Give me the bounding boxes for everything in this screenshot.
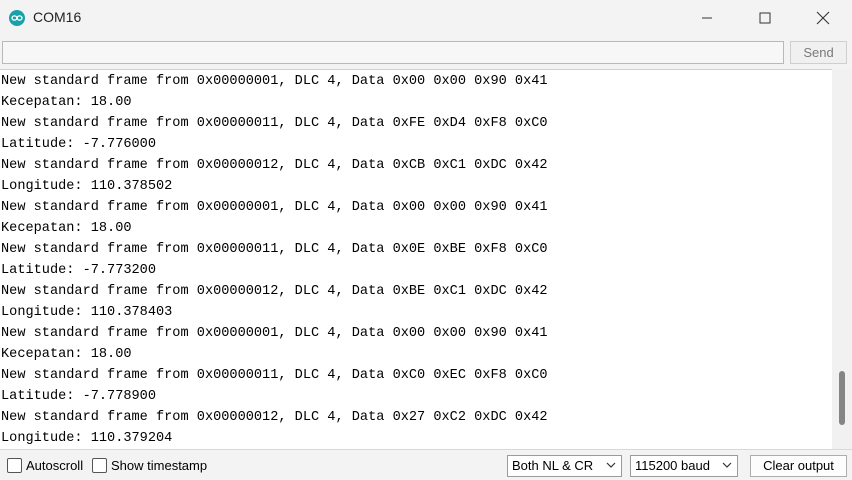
autoscroll-label[interactable]: Autoscroll [26, 458, 83, 474]
show-timestamp-label[interactable]: Show timestamp [111, 458, 207, 474]
minimize-button[interactable] [678, 0, 736, 36]
close-button[interactable] [794, 0, 852, 36]
line-ending-value: Both NL & CR [512, 458, 594, 473]
window-title: COM16 [33, 9, 82, 25]
output-line: Kecepatan: 18.00 [1, 221, 132, 236]
vertical-scrollbar[interactable] [832, 69, 852, 449]
title-bar[interactable]: COM16 [0, 0, 852, 36]
arduino-icon [9, 10, 25, 26]
baud-rate-value: 115200 baud [635, 458, 710, 473]
chevron-down-icon [722, 462, 732, 468]
autoscroll-checkbox[interactable] [7, 458, 22, 473]
output-line: Longitude: 110.378502 [1, 179, 173, 194]
output-line: Kecepatan: 18.00 [1, 95, 132, 110]
send-button[interactable]: Send [790, 41, 847, 64]
show-timestamp-checkbox[interactable] [92, 458, 107, 473]
close-icon [816, 11, 830, 25]
output-line: New standard frame from 0x00000011, DLC … [1, 242, 548, 257]
send-row: Send [0, 36, 852, 68]
output-line: New standard frame from 0x00000001, DLC … [1, 326, 548, 341]
maximize-button[interactable] [736, 0, 794, 36]
output-line: New standard frame from 0x00000001, DLC … [1, 200, 548, 215]
line-ending-select[interactable]: Both NL & CR [507, 455, 622, 477]
output-line: New standard frame from 0x00000012, DLC … [1, 284, 548, 299]
bottom-bar: Autoscroll Show timestamp Both NL & CR 1… [0, 449, 852, 480]
clear-output-button[interactable]: Clear output [750, 455, 847, 477]
send-input[interactable] [2, 41, 784, 64]
output-line: Latitude: -7.773200 [1, 263, 156, 278]
output-line: Latitude: -7.776000 [1, 137, 156, 152]
minimize-icon [702, 17, 712, 19]
output-line: Longitude: 110.379204 [1, 431, 173, 446]
output-line: New standard frame from 0x00000011, DLC … [1, 368, 548, 383]
maximize-icon [759, 12, 771, 24]
output-line: Latitude: -7.778900 [1, 389, 156, 404]
baud-rate-select[interactable]: 115200 baud [630, 455, 738, 477]
output-line: New standard frame from 0x00000012, DLC … [1, 410, 548, 425]
output-line: New standard frame from 0x00000012, DLC … [1, 158, 548, 173]
output-line: New standard frame from 0x00000011, DLC … [1, 116, 548, 131]
output-line: Kecepatan: 18.00 [1, 347, 132, 362]
output-line: Longitude: 110.378403 [1, 305, 173, 320]
scrollbar-thumb[interactable] [839, 371, 845, 425]
output-line: New standard frame from 0x00000001, DLC … [1, 74, 548, 89]
chevron-down-icon [606, 462, 616, 468]
serial-output[interactable]: New standard frame from 0x00000001, DLC … [0, 69, 832, 449]
